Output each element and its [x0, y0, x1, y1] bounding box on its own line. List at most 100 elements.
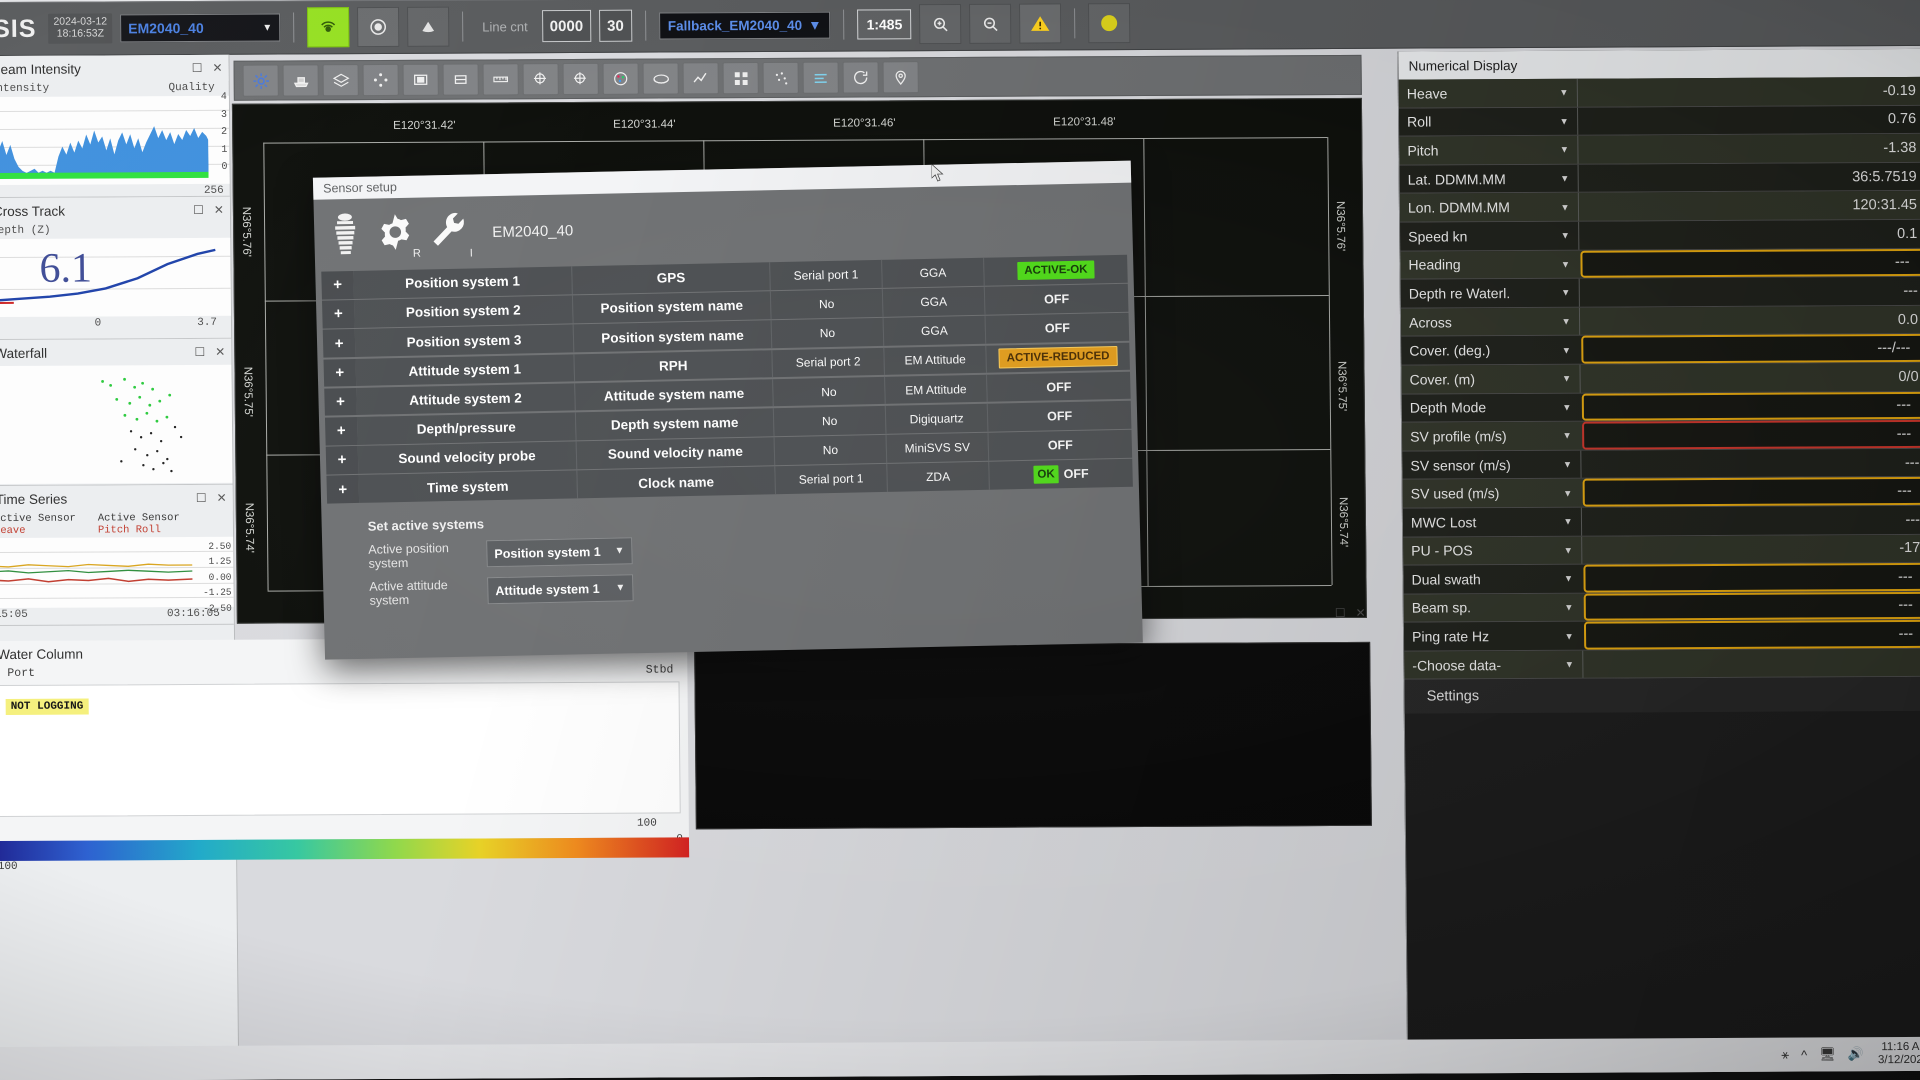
numerical-row: Speed kn ▾ 0.1 — [1400, 219, 1920, 252]
minimize-icon[interactable]: ☐ — [193, 203, 204, 217]
scatter-icon[interactable] — [762, 61, 799, 94]
record-circle-icon[interactable] — [357, 6, 400, 48]
swath-cone-icon[interactable] — [407, 6, 450, 47]
numerical-row: PU - POS ▾ -17 — [1403, 534, 1920, 566]
warning-triangle-icon[interactable] — [1019, 3, 1062, 44]
chevron-down-icon[interactable]: ▾ — [1552, 172, 1578, 185]
offset-d-icon[interactable] — [522, 63, 559, 96]
offset-p-icon[interactable] — [562, 62, 599, 96]
active-position-row: Active position system Position system 1… — [368, 526, 1140, 570]
wrench-icon-wrap[interactable]: I — [428, 208, 473, 259]
bluetooth-icon[interactable]: ⚹ — [1781, 1047, 1789, 1063]
sensor-setup-dialog[interactable]: Sensor setup R I EM2040_40 + Position sy… — [312, 160, 1143, 660]
align-icon[interactable] — [802, 61, 839, 94]
numerical-row-value: -1.38 — [1577, 134, 1920, 164]
status-dot-icon[interactable] — [1088, 3, 1131, 44]
active-position-select[interactable]: Position system 1 ▼ — [486, 537, 633, 568]
expand-row-button[interactable]: + — [324, 387, 357, 416]
line-count-value[interactable]: 0000 — [541, 9, 592, 43]
expand-row-button[interactable]: + — [324, 416, 358, 446]
water-column-plot[interactable] — [0, 681, 681, 818]
close-icon[interactable]: ✕ — [217, 491, 227, 505]
fallback-select-dropdown[interactable]: Fallback_EM2040_40 ▼ — [658, 11, 831, 40]
line-chart-icon[interactable] — [682, 62, 719, 95]
palette-icon[interactable] — [602, 62, 639, 95]
chevron-down-icon[interactable]: ▾ — [1554, 429, 1580, 442]
numerical-row-label: Ping rate Hz — [1412, 628, 1490, 645]
chevron-down-icon[interactable]: ▾ — [1554, 401, 1580, 414]
chevron-down-icon[interactable]: ▾ — [1556, 658, 1582, 671]
active-position-value: Position system 1 — [494, 544, 601, 561]
beam-intensity-ytick-2: 2 — [221, 126, 228, 138]
chevron-down-icon[interactable]: ▾ — [1553, 315, 1579, 328]
chevron-up-icon[interactable]: ^ — [1801, 1047, 1807, 1062]
chevron-down-icon[interactable]: ▾ — [1553, 343, 1579, 356]
tiles-icon[interactable] — [722, 62, 759, 95]
numerical-row-label: Pitch — [1407, 142, 1439, 159]
numerical-settings-button[interactable]: Settings — [1404, 677, 1920, 715]
timestamp-display: 2024-03-12 18:16:53Z — [48, 13, 113, 44]
3d-view-icon[interactable] — [642, 62, 679, 95]
chevron-down-icon[interactable]: ▾ — [1554, 372, 1580, 385]
sensor-row-format: GGA — [882, 316, 986, 346]
rectangle-select-icon[interactable] — [402, 63, 439, 96]
grid-points-icon[interactable] — [362, 63, 399, 97]
panel-time-series: Time Series ☐ ✕ Active Sensor Heave Acti… — [0, 484, 234, 627]
sensor-row-description: GPS — [571, 262, 770, 295]
refresh-icon[interactable] — [842, 61, 879, 94]
expand-row-button[interactable]: + — [322, 329, 356, 358]
chevron-down-icon[interactable]: ▾ — [1553, 286, 1579, 299]
chevron-down-icon[interactable]: ▾ — [1551, 115, 1577, 128]
numerical-row: Cover. (deg.) ▾ ---/--- — [1401, 334, 1920, 366]
chevron-down-icon[interactable]: ▾ — [1551, 86, 1577, 99]
active-attitude-select[interactable]: Attitude system 1 ▼ — [487, 574, 634, 605]
chevron-down-icon[interactable]: ▾ — [1556, 601, 1582, 614]
close-icon[interactable]: ✕ — [1356, 606, 1366, 620]
layers-icon[interactable] — [322, 64, 359, 97]
map-scale-value[interactable]: 1:485 — [857, 9, 912, 40]
chevron-down-icon[interactable]: ▾ — [1551, 143, 1577, 156]
line-number-value[interactable]: 30 — [598, 9, 632, 42]
chevron-down-icon[interactable]: ▾ — [1555, 515, 1581, 528]
system-select-dropdown[interactable]: EM2040_40 ▼ — [120, 13, 281, 43]
volume-icon[interactable]: 🔊 — [1848, 1046, 1864, 1062]
chevron-down-icon[interactable]: ▾ — [1552, 258, 1578, 271]
expand-row-button[interactable]: + — [326, 475, 360, 504]
chevron-down-icon[interactable]: ▾ — [1555, 572, 1581, 585]
chevron-down-icon[interactable]: ▾ — [1552, 229, 1578, 242]
close-icon[interactable]: ✕ — [214, 203, 224, 217]
chevron-down-icon[interactable]: ▾ — [1554, 458, 1580, 471]
network-icon[interactable]: 🖥 — [1819, 1046, 1836, 1062]
numerical-row-value: --- — [1580, 248, 1920, 278]
maximize-icon[interactable]: ☐ — [1335, 606, 1346, 620]
expand-row-button[interactable]: + — [321, 270, 354, 300]
taskbar-clock[interactable]: 11:16 AM 3/12/2024 — [1878, 1041, 1920, 1068]
sonar-ping-icon[interactable] — [307, 7, 350, 48]
map-label-lat-right-3: N36°5.74' — [1336, 496, 1350, 548]
chevron-down-icon[interactable]: ▾ — [1556, 629, 1582, 642]
gear-icon-wrap[interactable]: R — [374, 210, 421, 259]
numerical-row-value: --- — [1582, 420, 1920, 450]
expand-row-button[interactable]: + — [323, 358, 357, 387]
close-icon[interactable]: ✕ — [212, 61, 222, 75]
minimize-icon[interactable]: ☐ — [194, 345, 205, 359]
sensor-row-status: ACTIVE-OK — [983, 254, 1128, 286]
chevron-down-icon[interactable]: ▾ — [1555, 486, 1581, 499]
numerical-row-label: Dual swath — [1411, 571, 1481, 588]
vessel-icon[interactable] — [282, 64, 319, 97]
waterfall-display-secondary[interactable] — [694, 641, 1372, 830]
minimize-icon[interactable]: ☐ — [196, 491, 207, 505]
zoom-out-icon[interactable] — [969, 3, 1012, 44]
chevron-down-icon[interactable]: ▾ — [1552, 200, 1578, 213]
chevron-down-icon[interactable]: ▾ — [1555, 544, 1581, 557]
close-icon[interactable]: ✕ — [215, 345, 225, 359]
zoom-in-icon[interactable] — [919, 3, 962, 45]
expand-row-button[interactable]: + — [325, 446, 359, 475]
settings-gear-icon[interactable] — [242, 64, 279, 97]
crop-icon[interactable] — [442, 63, 479, 96]
minimize-icon[interactable]: ☐ — [192, 61, 203, 75]
pin-icon[interactable] — [882, 61, 919, 94]
expand-row-button[interactable]: + — [322, 300, 355, 329]
ts-legend-right-items: Pitch Roll — [97, 524, 161, 537]
ruler-icon[interactable] — [482, 63, 519, 96]
